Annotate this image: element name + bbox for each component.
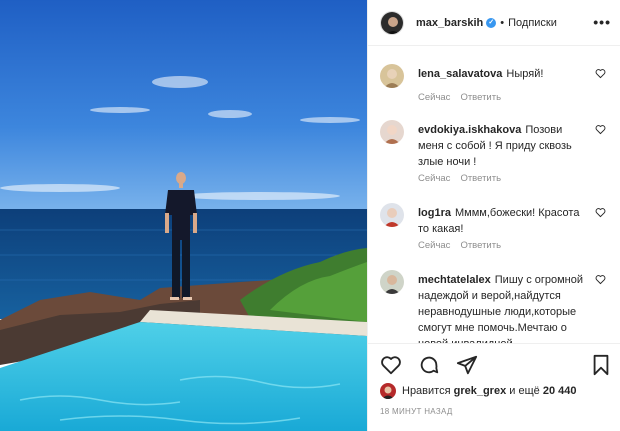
comment-time: Сейчас	[418, 173, 451, 184]
commenter-username[interactable]: lena_salavatova	[418, 68, 502, 80]
post-side-panel: max_barskih ✓ • Подписки ••• lena_salava…	[367, 0, 620, 431]
more-options-icon[interactable]: •••	[593, 14, 611, 30]
save-bookmark-button[interactable]	[591, 354, 611, 376]
action-icons	[380, 354, 478, 376]
separator-dot: •	[500, 16, 505, 29]
commenter-avatar[interactable]	[380, 64, 404, 88]
liker-avatar[interactable]	[380, 383, 396, 399]
post-header: max_barskih ✓ • Подписки •••	[368, 0, 620, 46]
commenter-username[interactable]: mechtatelalex	[418, 274, 491, 286]
likes-summary: Нравится grek_grex и ещё 20 440	[380, 383, 576, 399]
post-timestamp[interactable]: 18 МИНУТ НАЗАД	[380, 407, 453, 416]
commenter-username[interactable]: log1ra	[418, 207, 451, 219]
reply-button[interactable]: Ответить	[460, 240, 501, 251]
comment-meta: Сейчас Ответить	[418, 240, 511, 251]
like-comment-heart-icon[interactable]	[595, 124, 606, 135]
share-paper-plane-icon[interactable]	[456, 354, 478, 376]
reply-button[interactable]: Ответить	[460, 92, 501, 103]
comment-time: Сейчас	[418, 240, 451, 251]
likes-count[interactable]: 20 440	[543, 385, 577, 397]
comments-list[interactable]: lena_salavatova Ныряй! Сейчас Ответить evd…	[368, 46, 620, 343]
comment-meta: Сейчас Ответить	[418, 92, 511, 103]
like-comment-heart-icon[interactable]	[595, 68, 606, 79]
like-comment-heart-icon[interactable]	[595, 207, 606, 218]
comment-text: Ныряй!	[506, 68, 544, 80]
likes-prefix: Нравится	[402, 385, 451, 397]
post-actions: Нравится grek_grex и ещё 20 440 18 МИНУТ…	[368, 343, 620, 431]
commenter-avatar[interactable]	[380, 120, 404, 144]
like-comment-heart-icon[interactable]	[595, 274, 606, 285]
instagram-post: max_barskih ✓ • Подписки ••• lena_salava…	[0, 0, 620, 431]
following-button[interactable]: Подписки	[508, 17, 557, 29]
post-photo-image	[0, 0, 367, 431]
verified-badge-icon: ✓	[486, 17, 497, 28]
reply-button[interactable]: Ответить	[460, 173, 501, 184]
post-photo[interactable]	[0, 0, 367, 431]
commenter-avatar[interactable]	[380, 270, 404, 294]
comment-time: Сейчас	[418, 92, 451, 103]
likes-middle: и ещё	[509, 385, 540, 397]
comment-text-block: lena_salavatova Ныряй!	[418, 66, 588, 82]
author-username[interactable]: max_barskih	[416, 17, 483, 29]
comment-text-block: mechtatelalex Пишу с огромной надеждой и …	[418, 272, 588, 343]
comment-text-block: evdokiya.iskhakova Позови меня с собой ! …	[418, 122, 588, 170]
comment-meta: Сейчас Ответить	[418, 173, 511, 184]
commenter-username[interactable]: evdokiya.iskhakova	[418, 124, 521, 136]
commenter-avatar[interactable]	[380, 203, 404, 227]
liker-username[interactable]: grek_grex	[454, 385, 507, 397]
like-heart-icon[interactable]	[380, 354, 402, 376]
comment-text-block: log1ra Мммм,божески! Красота то какая!	[418, 205, 588, 237]
author-avatar[interactable]	[380, 10, 404, 35]
bookmark-icon	[593, 354, 609, 376]
comment-bubble-icon[interactable]	[418, 354, 440, 376]
